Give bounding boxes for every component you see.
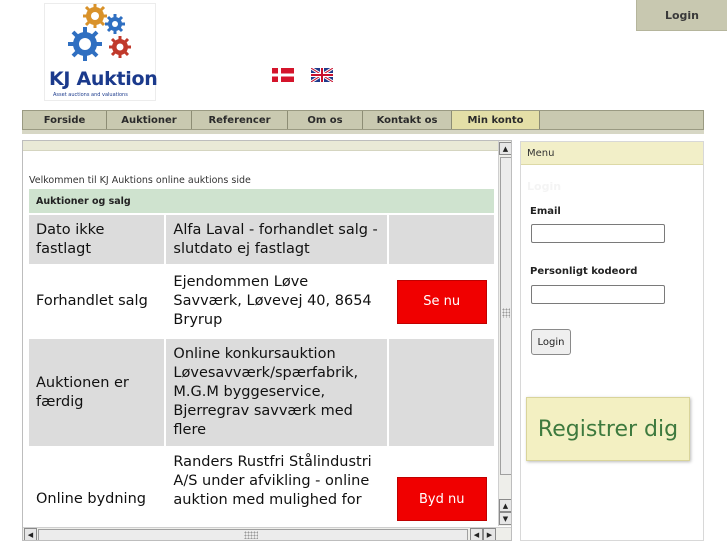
- auction-title[interactable]: Online konkursauktion Løvesavværk/spærfa…: [166, 339, 388, 446]
- welcome-text: Velkommen til KJ Auktions online auktion…: [29, 175, 251, 186]
- table-row: Dato ikke fastlagt Alfa Laval - forhandl…: [29, 215, 494, 264]
- content-top-bar: [23, 141, 498, 151]
- email-label: Email: [530, 206, 561, 217]
- password-field[interactable]: [531, 285, 665, 304]
- nav-item-om-os[interactable]: Om os: [288, 111, 363, 129]
- register-button[interactable]: Registrer dig: [526, 397, 690, 461]
- se-nu-button[interactable]: Se nu: [396, 279, 487, 324]
- danish-flag-icon[interactable]: [272, 68, 294, 82]
- top-login-tab[interactable]: Login: [636, 0, 727, 31]
- email-field[interactable]: [531, 224, 665, 243]
- uk-flag-icon[interactable]: [311, 68, 333, 82]
- nav-item-auktioner[interactable]: Auktioner: [107, 111, 192, 129]
- sidebar-menu-header: Menu: [521, 142, 703, 165]
- auction-status: Dato ikke fastlagt: [29, 215, 165, 264]
- page: Login KJ Auktion Asset auctions and valu…: [0, 0, 727, 545]
- sidebar-login-title: Login: [527, 180, 562, 193]
- section-heading: Auktioner og salg: [29, 189, 494, 213]
- vertical-scrollbar[interactable]: ▲ ▲ ▼: [498, 141, 511, 526]
- auction-title[interactable]: Ejendommen Løve Savværk, Løvevej 40, 865…: [166, 267, 388, 336]
- site-logo[interactable]: KJ Auktion Asset auctions and valuations: [44, 3, 158, 101]
- auction-list: Dato ikke fastlagt Alfa Laval - forhandl…: [29, 215, 494, 540]
- gears-logo-icon: [68, 4, 131, 61]
- scroll-up-icon-lower[interactable]: ▲: [499, 499, 511, 512]
- auction-action-cell: [389, 215, 494, 264]
- horizontal-scroll-thumb[interactable]: [38, 529, 468, 540]
- table-row: Forhandlet salg Ejendommen Løve Savværk,…: [29, 267, 494, 336]
- scroll-right-icon[interactable]: ▶: [483, 528, 496, 540]
- nav-item-min-konto[interactable]: Min konto: [452, 111, 540, 129]
- nav-item-kontakt-os[interactable]: Kontakt os: [363, 111, 452, 129]
- auction-status: Auktionen er færdig: [29, 339, 165, 446]
- byd-nu-button[interactable]: Byd nu: [396, 477, 487, 521]
- auction-content-frame[interactable]: Velkommen til KJ Auktions online auktion…: [22, 140, 512, 541]
- logo-text: KJ Auktion: [49, 68, 158, 90]
- nav-item-forside[interactable]: Forside: [23, 111, 107, 129]
- nav-underline: [22, 130, 704, 134]
- auction-action-cell: [389, 339, 494, 446]
- logo-subtitle: Asset auctions and valuations: [53, 92, 128, 98]
- login-button[interactable]: Login: [531, 329, 571, 355]
- grip-icon: [244, 531, 258, 539]
- auction-title[interactable]: Alfa Laval - forhandlet salg - slutdato …: [166, 215, 388, 264]
- scroll-up-icon[interactable]: ▲: [499, 142, 511, 155]
- sidebar-panel: Menu Login Email Personligt kodeord Logi…: [520, 141, 704, 541]
- horizontal-scrollbar[interactable]: ◀ ◀ ▶: [23, 527, 511, 540]
- scroll-left-icon[interactable]: ◀: [24, 528, 37, 540]
- main-nav: Forside Auktioner Referencer Om os Konta…: [22, 110, 704, 130]
- auction-action-cell: Se nu: [389, 267, 494, 336]
- nav-item-referencer[interactable]: Referencer: [192, 111, 288, 129]
- vertical-scroll-thumb[interactable]: [500, 157, 511, 475]
- auction-status: Forhandlet salg: [29, 267, 165, 336]
- scroll-left-icon-right[interactable]: ◀: [470, 528, 483, 540]
- grip-icon: [502, 308, 510, 318]
- password-label: Personligt kodeord: [530, 266, 638, 277]
- scroll-down-icon[interactable]: ▼: [499, 512, 511, 525]
- table-row: Auktionen er færdig Online konkursauktio…: [29, 339, 494, 446]
